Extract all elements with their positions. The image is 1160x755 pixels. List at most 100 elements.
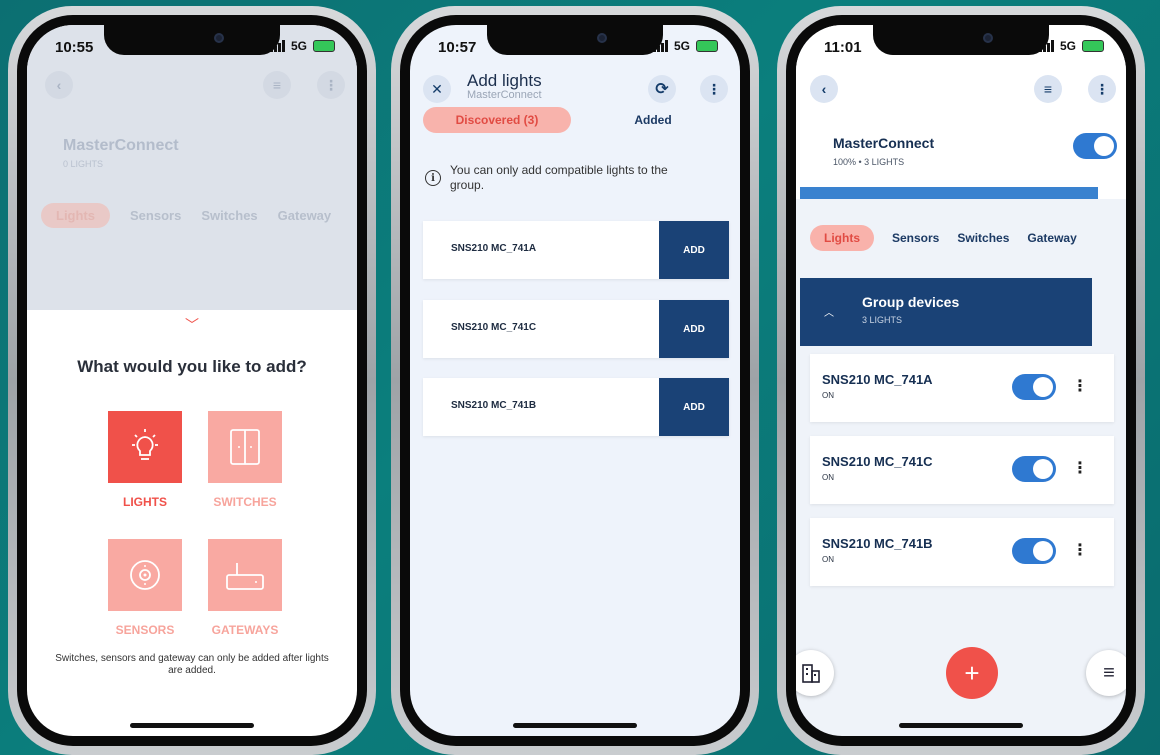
status-network: 5G: [269, 39, 335, 53]
add-note: Switches, sensors and gateway can only b…: [55, 653, 329, 676]
gateway-icon: [226, 563, 264, 590]
tab-switches[interactable]: Switches: [957, 231, 1009, 245]
phone-add-menu: 10:55 5G ‹ ≡ ⋮ MasterConnect 0 LIGHTS Li…: [8, 6, 376, 755]
refresh-icon[interactable]: ⟳: [648, 75, 676, 103]
network-label: 5G: [673, 39, 690, 53]
home-indicator[interactable]: [899, 723, 1023, 728]
tab-gateway[interactable]: Gateway: [1027, 231, 1076, 245]
chevron-up-icon: ︿: [824, 308, 834, 319]
more-icon[interactable]: ⋮: [700, 75, 728, 103]
bg-subtitle: 0 LIGHTS: [63, 159, 104, 169]
tab-bar: Lights Sensors Switches Gateway: [810, 225, 1077, 251]
building-icon: [802, 664, 820, 683]
dimmed-background: ‹ ≡ ⋮ MasterConnect 0 LIGHTS Lights Sens…: [27, 25, 357, 310]
switches-label: SWITCHES: [213, 495, 277, 509]
lightbulb-icon: [132, 429, 158, 460]
group-subtitle: 100% • 3 LIGHTS: [833, 157, 905, 167]
menu-button[interactable]: ≡: [1086, 650, 1126, 696]
close-icon[interactable]: ✕: [423, 75, 451, 103]
page-subtitle: MasterConnect: [467, 89, 542, 101]
status-time: 11:01: [824, 39, 862, 56]
camera-icon: [597, 33, 607, 43]
info-message: You can only add compatible lights to th…: [450, 163, 668, 192]
more-icon: ⋮: [317, 71, 345, 99]
device-row: SNS210 MC_741B ADD: [423, 378, 729, 436]
add-sensors-tile: [108, 539, 182, 611]
device-card[interactable]: SNS210 MC_741B ON ⋮: [810, 518, 1114, 586]
gateways-label: GATEWAYS: [211, 623, 279, 637]
device-name: SNS210 MC_741A: [822, 372, 933, 387]
device-row: SNS210 MC_741C ADD: [423, 300, 729, 358]
network-label: 5G: [1059, 39, 1076, 53]
add-fab-button[interactable]: +: [946, 647, 998, 699]
screen: 10:55 5G ‹ ≡ ⋮ MasterConnect 0 LIGHTS Li…: [27, 25, 357, 736]
device-toggle[interactable]: [1012, 374, 1056, 400]
screen: 11:01 5G ‹ ≡ ⋮ MasterConnect 100% • 3 LI…: [796, 25, 1126, 736]
device-toggle[interactable]: [1012, 538, 1056, 564]
sensor-icon: [130, 560, 160, 590]
lights-label: LIGHTS: [123, 495, 167, 509]
page-title: Add lights: [467, 71, 542, 90]
back-icon: ‹: [45, 71, 73, 99]
filter-icon[interactable]: ≡: [1034, 75, 1062, 103]
group-devices-header[interactable]: ︿ Group devices 3 LIGHTS: [800, 278, 1092, 346]
tab-lights[interactable]: Lights: [810, 225, 874, 251]
add-button[interactable]: ADD: [659, 300, 729, 358]
group-devices-count: 3 LIGHTS: [862, 315, 903, 325]
more-icon[interactable]: ⋮: [1088, 75, 1116, 103]
home-indicator[interactable]: [513, 723, 637, 728]
more-icon[interactable]: ⋮: [1072, 540, 1088, 560]
add-switches-tile: [208, 411, 282, 483]
chevron-down-icon[interactable]: ﹀: [185, 315, 199, 335]
more-icon[interactable]: ⋮: [1072, 458, 1088, 478]
device-toggle[interactable]: [1012, 456, 1056, 482]
status-network: 5G: [652, 39, 718, 53]
building-button[interactable]: [796, 650, 834, 696]
notch: [873, 25, 1049, 55]
battery-icon: [696, 40, 718, 52]
more-icon[interactable]: ⋮: [1072, 376, 1088, 396]
group-title: MasterConnect: [833, 135, 935, 151]
device-card[interactable]: SNS210 MC_741A ON ⋮: [810, 354, 1114, 422]
add-button[interactable]: ADD: [659, 378, 729, 436]
screen: 10:57 5G ✕ Add lights MasterConnect ⟳ ⋮ …: [410, 25, 740, 736]
info-icon: i: [425, 170, 441, 186]
status-time: 10:55: [55, 39, 94, 56]
bg-tab-gateway: Gateway: [277, 208, 332, 223]
status-time: 10:57: [438, 39, 477, 56]
phone-add-lights: 10:57 5G ✕ Add lights MasterConnect ⟳ ⋮ …: [391, 6, 759, 755]
tab-discovered[interactable]: Discovered (3): [423, 107, 571, 133]
device-row: SNS210 MC_741A ADD: [423, 221, 729, 279]
switch-icon: [230, 429, 260, 465]
group-toggle[interactable]: [1073, 133, 1117, 159]
device-name: SNS210 MC_741B: [822, 536, 933, 551]
network-label: 5G: [290, 39, 307, 53]
phone-bezel: 10:55 5G ‹ ≡ ⋮ MasterConnect 0 LIGHTS Li…: [17, 15, 367, 746]
device-name: SNS210 MC_741A: [451, 243, 537, 254]
back-icon[interactable]: ‹: [810, 75, 838, 103]
bg-tab-sensors: Sensors: [130, 208, 182, 223]
camera-icon: [983, 33, 993, 43]
phone-bezel: 10:57 5G ✕ Add lights MasterConnect ⟳ ⋮ …: [400, 15, 750, 746]
bg-tab-switches: Switches: [201, 208, 258, 223]
tab-sensors[interactable]: Sensors: [892, 231, 939, 245]
device-card[interactable]: SNS210 MC_741C ON ⋮: [810, 436, 1114, 504]
brightness-bar[interactable]: [800, 187, 1098, 199]
battery-icon: [313, 40, 335, 52]
device-name: SNS210 MC_741B: [451, 400, 537, 411]
bg-tabs: Lights Sensors Switches Gateway: [41, 203, 331, 228]
sensors-label: SENSORS: [115, 623, 175, 637]
camera-icon: [214, 33, 224, 43]
phone-group-devices: 11:01 5G ‹ ≡ ⋮ MasterConnect 100% • 3 LI…: [777, 6, 1145, 755]
add-gateways-tile: [208, 539, 282, 611]
hamburger-icon: ≡: [1103, 661, 1115, 684]
bg-title: MasterConnect: [63, 137, 179, 154]
add-lights-tile[interactable]: [108, 411, 182, 483]
tab-added[interactable]: Added: [616, 107, 690, 133]
filter-icon: ≡: [263, 71, 291, 99]
device-state: ON: [822, 473, 834, 482]
device-name: SNS210 MC_741C: [822, 454, 933, 469]
add-button[interactable]: ADD: [659, 221, 729, 279]
home-indicator[interactable]: [130, 723, 254, 728]
device-state: ON: [822, 555, 834, 564]
